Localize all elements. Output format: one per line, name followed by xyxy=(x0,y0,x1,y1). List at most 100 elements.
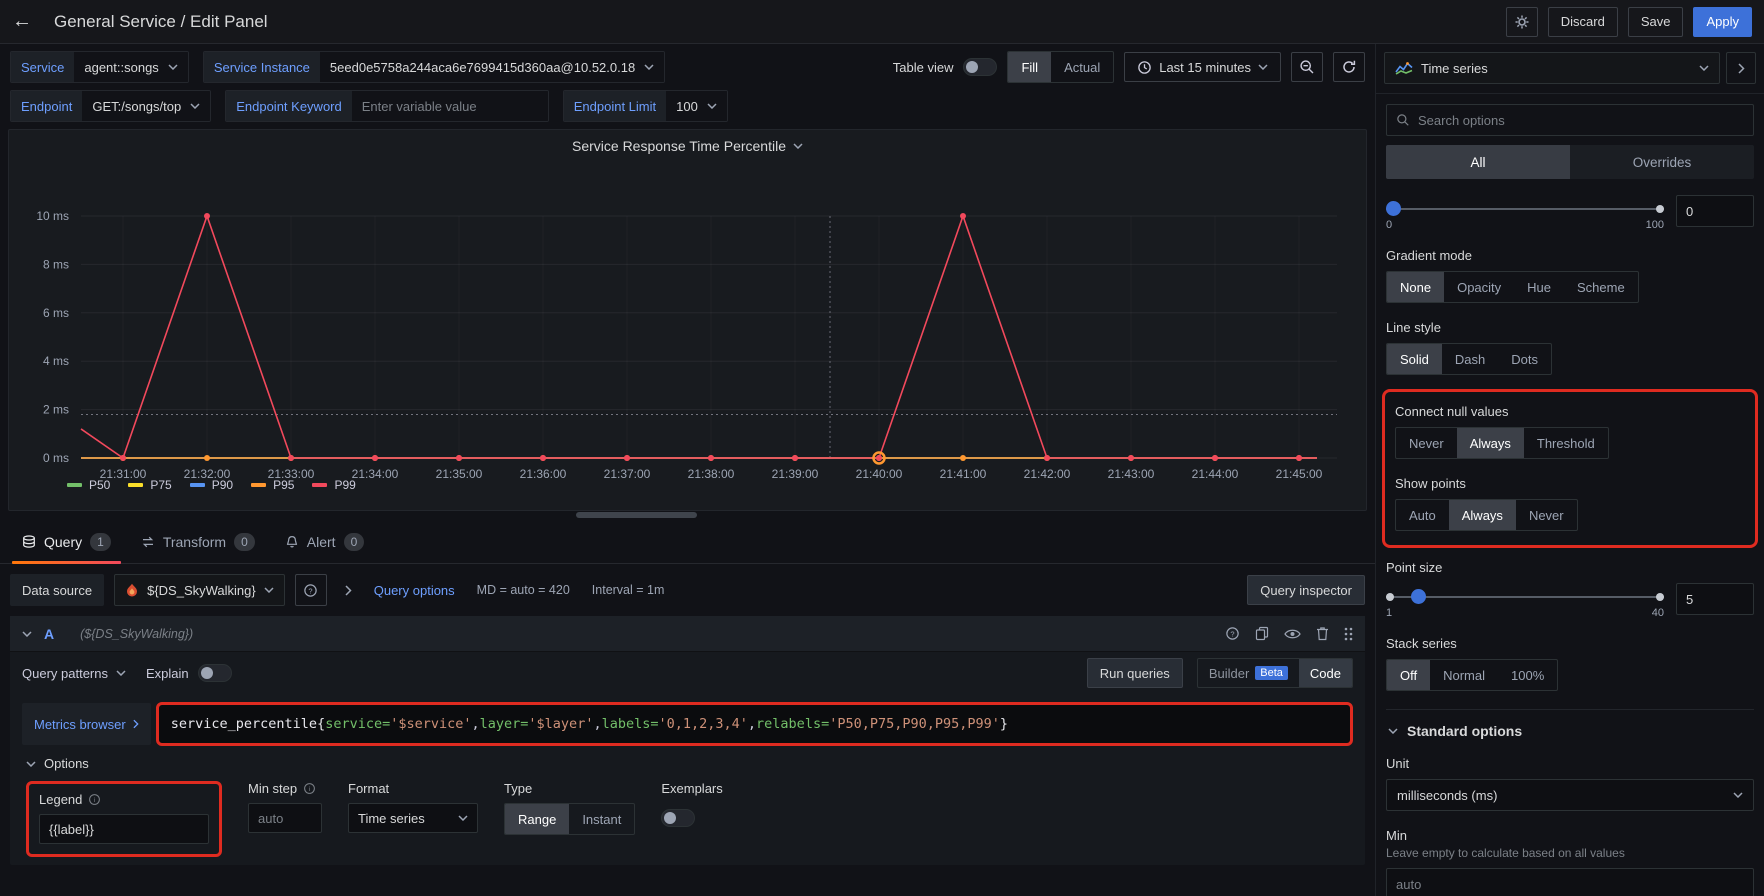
line-dots-option[interactable]: Dots xyxy=(1498,344,1551,374)
apply-button[interactable]: Apply xyxy=(1693,7,1752,37)
tab-overrides[interactable]: Overrides xyxy=(1570,145,1754,179)
endpoint-keyword-input[interactable]: Enter variable value xyxy=(352,91,548,121)
points-never-option[interactable]: Never xyxy=(1516,500,1577,530)
legend-format-input[interactable]: {{label}} xyxy=(39,814,209,844)
gradient-scheme-option[interactable]: Scheme xyxy=(1564,272,1638,302)
slider-handle[interactable] xyxy=(1411,589,1426,604)
unit-select[interactable]: milliseconds (ms) xyxy=(1386,779,1754,811)
fill-option[interactable]: Fill xyxy=(1008,52,1051,82)
time-range-picker[interactable]: Last 15 minutes xyxy=(1124,52,1281,82)
point-size-label: Point size xyxy=(1386,560,1754,575)
builder-option[interactable]: Builder Beta xyxy=(1198,659,1299,687)
stack-off-option[interactable]: Off xyxy=(1387,660,1430,690)
actual-option[interactable]: Actual xyxy=(1051,52,1113,82)
tab-all[interactable]: All xyxy=(1386,145,1570,179)
back-arrow-icon[interactable]: ← xyxy=(12,10,40,33)
variable-service-instance-value[interactable]: 5eed0e5758a244aca6e7699415d360aa@10.52.0… xyxy=(320,52,664,82)
nulls-always-option[interactable]: Always xyxy=(1457,428,1524,458)
query-patterns-dropdown[interactable]: Query patterns xyxy=(22,666,126,681)
panel-settings-button[interactable] xyxy=(1506,7,1538,37)
slider-handle[interactable] xyxy=(1386,201,1401,216)
page-title: General Service / Edit Panel xyxy=(54,12,268,32)
variable-endpoint-value[interactable]: GET:/songs/top xyxy=(82,91,210,121)
exemplars-toggle[interactable] xyxy=(661,809,695,827)
code-option[interactable]: Code xyxy=(1299,659,1352,687)
nulls-threshold-option[interactable]: Threshold xyxy=(1524,428,1608,458)
legend-item-P99[interactable]: P99 xyxy=(312,478,355,492)
query-expression-input[interactable]: service_percentile{service='$service', l… xyxy=(156,702,1353,746)
variable-service-instance-text: 5eed0e5758a244aca6e7699415d360aa@10.52.0… xyxy=(330,60,635,75)
fill-opacity-value[interactable]: 0 xyxy=(1676,195,1754,227)
legend-item-P50[interactable]: P50 xyxy=(67,478,110,492)
discard-button[interactable]: Discard xyxy=(1548,7,1618,37)
query-row-header[interactable]: A (${DS_SkyWalking}) ? xyxy=(10,616,1365,652)
viz-picker-row: Time series xyxy=(1376,44,1764,94)
refresh-button[interactable] xyxy=(1333,52,1365,82)
zoom-out-button[interactable] xyxy=(1291,52,1323,82)
eye-icon[interactable] xyxy=(1284,628,1301,640)
variable-endpoint-limit-value[interactable]: 100 xyxy=(666,91,727,121)
tab-transform-label: Transform xyxy=(163,534,226,550)
tab-query-count: 1 xyxy=(90,533,111,551)
slider-min-label: 1 xyxy=(1386,607,1392,619)
help-circle-icon[interactable]: ? xyxy=(1225,626,1240,641)
legend-item-P95[interactable]: P95 xyxy=(251,478,294,492)
point-size-value[interactable]: 5 xyxy=(1676,583,1754,615)
stack-series-group: Off Normal 100% xyxy=(1386,659,1558,691)
chevron-right-icon[interactable] xyxy=(345,585,352,596)
gradient-none-option[interactable]: None xyxy=(1387,272,1444,302)
datasource-picker[interactable]: ${DS_SkyWalking} xyxy=(114,574,285,606)
panel-header[interactable]: Service Response Time Percentile xyxy=(9,130,1366,162)
gradient-opacity-option[interactable]: Opacity xyxy=(1444,272,1514,302)
format-select[interactable]: Time series xyxy=(348,803,478,833)
run-queries-button[interactable]: Run queries xyxy=(1087,658,1183,688)
type-range-option[interactable]: Range xyxy=(505,804,569,834)
metrics-browser-button[interactable]: Metrics browser xyxy=(22,703,151,745)
variable-service-value[interactable]: agent::songs xyxy=(74,52,187,82)
time-range-label: Last 15 minutes xyxy=(1159,60,1251,75)
table-view-toggle[interactable] xyxy=(963,58,997,76)
timeseries-chart[interactable]: 0 ms2 ms4 ms6 ms8 ms10 ms21:31:0021:32:0… xyxy=(17,162,1347,482)
nulls-never-option[interactable]: Never xyxy=(1396,428,1457,458)
points-auto-option[interactable]: Auto xyxy=(1396,500,1449,530)
points-always-option[interactable]: Always xyxy=(1449,500,1516,530)
legend-item-P90[interactable]: P90 xyxy=(190,478,233,492)
unit-value: milliseconds (ms) xyxy=(1397,788,1497,803)
stack-series-label: Stack series xyxy=(1386,636,1754,651)
variable-endpoint-keyword: Endpoint Keyword Enter variable value xyxy=(225,90,549,122)
scrollbar-handle[interactable] xyxy=(576,512,697,518)
min-input[interactable]: auto xyxy=(1386,868,1754,896)
query-inspector-button[interactable]: Query inspector xyxy=(1247,575,1365,605)
point-size-control: 1 40 5 xyxy=(1386,583,1754,619)
svg-text:?: ? xyxy=(309,586,313,595)
tab-query[interactable]: Query 1 xyxy=(8,520,125,564)
min-step-input[interactable]: auto xyxy=(248,803,322,833)
stack-100-option[interactable]: 100% xyxy=(1498,660,1557,690)
save-button[interactable]: Save xyxy=(1628,7,1684,37)
gradient-hue-option[interactable]: Hue xyxy=(1514,272,1564,302)
fill-opacity-slider[interactable] xyxy=(1386,201,1664,216)
trash-icon[interactable] xyxy=(1316,626,1329,641)
line-solid-option[interactable]: Solid xyxy=(1387,344,1442,374)
options-header[interactable]: Options xyxy=(22,756,1353,771)
viz-picker[interactable]: Time series xyxy=(1384,52,1720,84)
search-options-input[interactable]: Search options xyxy=(1386,104,1754,136)
legend-item-P75[interactable]: P75 xyxy=(128,478,171,492)
duplicate-icon[interactable] xyxy=(1255,626,1269,641)
collapse-pane-button[interactable] xyxy=(1726,52,1756,84)
tab-alert[interactable]: Alert 0 xyxy=(271,520,378,564)
tab-transform[interactable]: Transform 0 xyxy=(127,520,269,564)
line-dash-option[interactable]: Dash xyxy=(1442,344,1498,374)
datasource-help-button[interactable]: ? xyxy=(295,574,327,606)
standard-options-header[interactable]: Standard options xyxy=(1386,710,1754,752)
min-step-field: Min step i auto xyxy=(248,781,322,833)
collapse-chevron-icon[interactable] xyxy=(22,631,32,637)
query-options-link[interactable]: Query options xyxy=(374,583,455,598)
type-instant-option[interactable]: Instant xyxy=(569,804,634,834)
point-size-slider[interactable] xyxy=(1386,589,1664,604)
stack-normal-option[interactable]: Normal xyxy=(1430,660,1498,690)
chevron-down-icon xyxy=(1388,728,1398,734)
slider-max-label: 100 xyxy=(1646,219,1664,231)
drag-handle-icon[interactable] xyxy=(1344,627,1353,641)
explain-toggle[interactable] xyxy=(198,664,232,682)
